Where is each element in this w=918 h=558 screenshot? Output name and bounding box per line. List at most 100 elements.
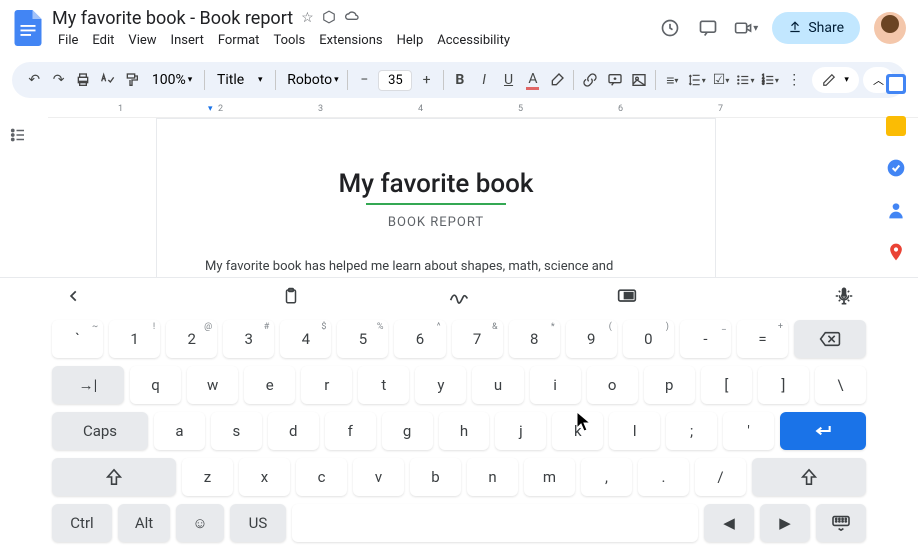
menu-insert[interactable]: Insert [165,31,210,50]
document-page[interactable]: My favorite book BOOK REPORT My favorite… [156,118,716,298]
key-e[interactable]: e [244,366,295,404]
key-p[interactable]: p [644,366,695,404]
redo-button[interactable]: ↷ [48,67,68,93]
cloud-icon[interactable] [344,10,360,28]
spellcheck-button[interactable] [97,67,117,93]
key-v[interactable]: v [353,458,404,496]
key-emoji[interactable]: ☺ [176,504,224,542]
style-dropdown[interactable]: Title ▾ [211,70,268,90]
key-'[interactable]: ' [723,412,774,450]
key-`[interactable]: ~` [52,320,103,358]
key-space[interactable] [292,504,698,542]
key-\[interactable]: \ [815,366,866,404]
key-f[interactable]: f [325,412,376,450]
tasks-icon[interactable] [886,158,906,178]
key-1[interactable]: !1 [109,320,160,358]
key--[interactable]: _- [680,320,731,358]
key-j[interactable]: j [495,412,546,450]
text-color-button[interactable]: A [523,67,543,93]
key-9[interactable]: (9 [566,320,617,358]
page-subtitle[interactable]: BOOK REPORT [205,215,667,230]
contacts-icon[interactable] [886,200,906,220]
move-icon[interactable] [322,10,336,28]
align-button[interactable]: ≡ ▾ [662,67,682,93]
highlight-button[interactable] [547,67,567,93]
clipboard-icon[interactable] [277,282,305,310]
menu-extensions[interactable]: Extensions [313,31,388,50]
user-avatar[interactable] [874,12,906,44]
menu-view[interactable]: View [122,31,162,50]
page-title[interactable]: My favorite book [205,169,667,199]
menu-file[interactable]: File [52,31,84,50]
editing-mode-button[interactable]: ▾ [812,67,859,93]
key-,[interactable]: , [581,458,632,496]
bulleted-list-button[interactable]: ▾ [735,67,755,93]
undo-button[interactable]: ↶ [24,67,44,93]
key-alt[interactable]: Alt [118,504,170,542]
key-i[interactable]: i [530,366,581,404]
font-dropdown[interactable]: Roboto ▾ [281,70,341,90]
share-button[interactable]: Share [772,12,860,44]
key-a[interactable]: a [154,412,205,450]
star-icon[interactable]: ☆ [301,10,314,28]
ruler[interactable]: 1 ▾ 2 3 4 5 6 7 [48,102,918,118]
increase-font-button[interactable]: + [416,67,436,93]
microphone-icon[interactable] [830,282,858,310]
key-z[interactable]: z [182,458,233,496]
line-spacing-button[interactable]: ▾ [687,67,707,93]
key-t[interactable]: t [358,366,409,404]
document-title[interactable]: My favorite book - Book report [52,8,293,29]
key-7[interactable]: &7 [452,320,503,358]
paint-format-button[interactable] [122,67,142,93]
key-ctrl[interactable]: Ctrl [52,504,112,542]
add-comment-button[interactable] [605,67,625,93]
key-d[interactable]: d [268,412,319,450]
underline-button[interactable]: U [498,67,518,93]
key-c[interactable]: c [296,458,347,496]
numbered-list-button[interactable]: 123 ▾ [760,67,780,93]
floating-keyboard-icon[interactable] [613,282,641,310]
history-icon[interactable] [658,16,682,40]
key-enter[interactable] [780,412,866,450]
calendar-icon[interactable] [886,74,906,94]
menu-format[interactable]: Format [212,31,266,50]
more-options-button[interactable]: ⋮ [784,67,804,93]
key-u[interactable]: u [472,366,523,404]
key-k[interactable]: k [552,412,603,450]
key-arrow-right[interactable]: ▶ [760,504,810,542]
key-q[interactable]: q [130,366,181,404]
key-2[interactable]: @2 [166,320,217,358]
font-size-input[interactable] [378,70,412,91]
key-[[interactable]: [ [701,366,752,404]
key-x[interactable]: x [239,458,290,496]
key-s[interactable]: s [211,412,262,450]
key-language[interactable]: US [230,504,286,542]
maps-icon[interactable] [886,242,906,262]
key-=[interactable]: += [737,320,788,358]
print-button[interactable] [73,67,93,93]
bold-button[interactable]: B [450,67,470,93]
menu-tools[interactable]: Tools [267,31,311,50]
key-3[interactable]: #3 [223,320,274,358]
key-h[interactable]: h [439,412,490,450]
key-6[interactable]: ^6 [394,320,445,358]
key-8[interactable]: *8 [509,320,560,358]
key-arrow-left[interactable]: ◀ [704,504,754,542]
key-o[interactable]: o [587,366,638,404]
key-tab[interactable]: →| [52,366,124,404]
key-][interactable]: ] [758,366,809,404]
key-0[interactable]: )0 [623,320,674,358]
menu-help[interactable]: Help [391,31,430,50]
key-b[interactable]: b [410,458,461,496]
insert-image-button[interactable] [629,67,649,93]
comments-icon[interactable] [696,16,720,40]
keep-icon[interactable] [886,116,906,136]
handwriting-icon[interactable] [445,282,473,310]
link-button[interactable] [580,67,600,93]
zoom-dropdown[interactable]: 100% ▾ [146,70,198,90]
keyboard-back-button[interactable] [60,282,88,310]
outline-toggle-button[interactable] [0,118,36,298]
key-l[interactable]: l [609,412,660,450]
key-m[interactable]: m [524,458,575,496]
key-shift-right[interactable] [752,458,866,496]
